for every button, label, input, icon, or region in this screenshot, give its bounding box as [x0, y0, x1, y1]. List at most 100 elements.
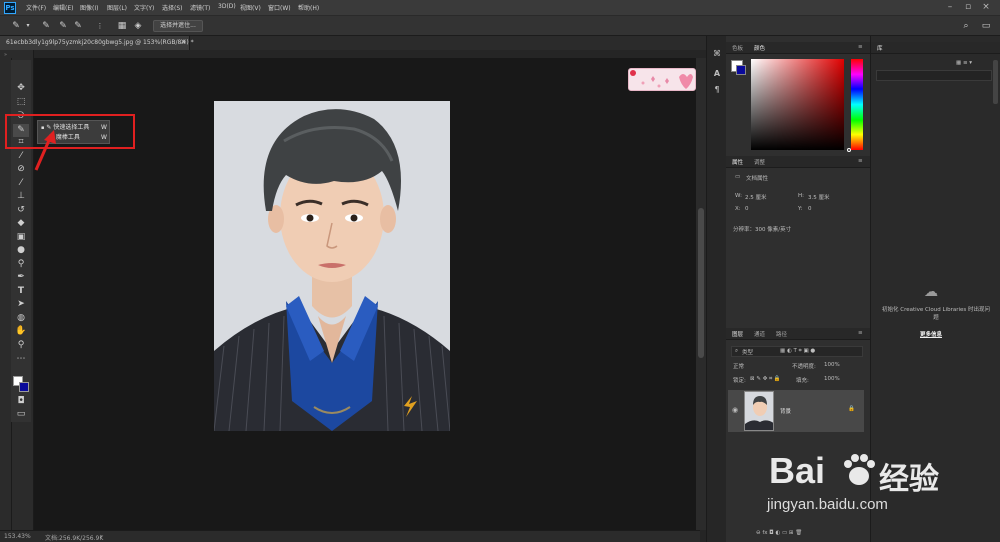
- more-tools-icon[interactable]: ⋯: [13, 353, 29, 366]
- menu-view[interactable]: 视图(V): [240, 3, 261, 12]
- history-brush-tool-icon[interactable]: ↺: [13, 204, 29, 217]
- properties-panel-tabs: 属性 调整 ≡: [726, 156, 870, 168]
- document-properties-icon: ▭: [735, 174, 741, 180]
- watermark-url: jingyan.baidu.com: [767, 496, 888, 513]
- tab-channels[interactable]: 通道: [754, 330, 765, 338]
- tab-color[interactable]: 颜色: [754, 44, 765, 52]
- paw-logo-icon: [844, 454, 875, 485]
- screen-mode-icon[interactable]: ▭: [13, 408, 29, 421]
- lock-icons[interactable]: ⊠ ✎ ✥ ⌗ 🔒: [750, 376, 781, 383]
- color-picker-field[interactable]: [751, 59, 844, 150]
- visibility-eye-icon[interactable]: ◉: [732, 406, 738, 414]
- workspace-icon[interactable]: ▭: [980, 20, 992, 32]
- libraries-search-input[interactable]: [876, 70, 992, 81]
- libraries-scrollbar[interactable]: [993, 60, 998, 104]
- shape-tool-icon[interactable]: ◍: [13, 312, 29, 325]
- subtract-selection-brush-icon[interactable]: ✎: [72, 20, 84, 32]
- move-tool-icon[interactable]: ✥: [13, 82, 29, 95]
- tab-libraries[interactable]: 库: [877, 44, 883, 52]
- new-selection-brush-icon[interactable]: ✎: [40, 20, 52, 32]
- chevron-down-icon[interactable]: ▾: [22, 20, 34, 32]
- fill-value[interactable]: 100%: [824, 376, 840, 382]
- minimize-icon[interactable]: –: [944, 2, 956, 14]
- eyedropper-tool-icon[interactable]: ⁄: [13, 150, 29, 163]
- character-panel-icon[interactable]: A: [711, 68, 723, 80]
- menu-window[interactable]: 窗口(W): [268, 3, 291, 12]
- type-tool-icon[interactable]: T: [13, 285, 29, 298]
- tab-swatches[interactable]: 色板: [732, 44, 743, 52]
- libraries-view-icons[interactable]: ▦ ≡ ▾: [956, 60, 972, 66]
- close-icon[interactable]: ×: [180, 37, 187, 46]
- menu-3d[interactable]: 3D(D): [218, 3, 236, 10]
- width-label: W:: [735, 193, 742, 199]
- layer-name[interactable]: 背景: [780, 407, 791, 415]
- lock-label: 锁定:: [733, 378, 746, 384]
- clone-stamp-tool-icon[interactable]: ⊥: [13, 190, 29, 203]
- menu-type[interactable]: 文字(Y): [134, 3, 154, 12]
- width-value[interactable]: 2.5 厘米: [745, 193, 767, 201]
- filter-icons[interactable]: ▦ ◐ T ⌗ ▣ ●: [780, 348, 815, 355]
- select-and-mask-button[interactable]: 选择并遮住...: [153, 20, 203, 32]
- add-to-selection-brush-icon[interactable]: ✎: [57, 20, 69, 32]
- tab-adjustments[interactable]: 调整: [754, 158, 765, 166]
- menu-help[interactable]: 帮助(H): [298, 3, 319, 12]
- background-color-swatch[interactable]: [19, 382, 29, 392]
- toolbar-collapse-icon[interactable]: »: [4, 52, 30, 58]
- maximize-icon[interactable]: ▫: [962, 2, 974, 14]
- search-icon: ⌕: [735, 348, 739, 354]
- healing-brush-tool-icon[interactable]: ⊘: [13, 163, 29, 176]
- brush-size-icon[interactable]: ⋮: [94, 20, 106, 32]
- libraries-error-message: 初始化 Creative Cloud Libraries 时出现问题: [881, 307, 991, 321]
- paragraph-panel-icon[interactable]: ¶: [711, 84, 723, 96]
- marquee-tool-icon[interactable]: ⬚: [13, 96, 29, 109]
- x-value[interactable]: 0: [745, 206, 749, 212]
- layer-thumbnail: [744, 391, 774, 431]
- gradient-tool-icon[interactable]: ▣: [13, 231, 29, 244]
- menu-file[interactable]: 文件(F): [26, 3, 46, 12]
- tool-preset-brush-icon[interactable]: ✎: [10, 20, 22, 32]
- enhance-edge-icon[interactable]: ◈: [132, 20, 144, 32]
- history-panel-icon[interactable]: ⌘: [711, 48, 723, 60]
- panel-menu-icon[interactable]: ≡: [858, 158, 863, 164]
- layers-panel-tabs: 图层 通道 路径 ≡: [726, 328, 870, 340]
- menu-filter[interactable]: 滤镜(T): [190, 3, 210, 12]
- panel-background-swatch[interactable]: [736, 65, 746, 75]
- zoom-tool-icon[interactable]: ⚲: [13, 339, 29, 352]
- dodge-tool-icon[interactable]: ⚲: [13, 258, 29, 271]
- y-value[interactable]: 0: [808, 206, 812, 212]
- cloud-error-icon: ☁: [924, 284, 938, 300]
- doc-info-readout[interactable]: 文档:256.9K/256.9K: [45, 533, 103, 542]
- zoom-readout[interactable]: 153.43%: [4, 533, 31, 540]
- portrait-illustration: [214, 101, 450, 431]
- menu-image[interactable]: 图像(I): [80, 3, 98, 12]
- more-info-link[interactable]: 更多信息: [920, 330, 942, 338]
- pen-tool-icon[interactable]: ✒: [13, 271, 29, 284]
- scrollbar-thumb[interactable]: [698, 208, 704, 358]
- blur-tool-icon[interactable]: ●: [13, 244, 29, 257]
- quick-mask-icon[interactable]: ◘: [13, 395, 29, 408]
- path-selection-tool-icon[interactable]: ➤: [13, 298, 29, 311]
- hue-slider[interactable]: [851, 59, 863, 150]
- opacity-value[interactable]: 100%: [824, 362, 840, 368]
- tab-properties[interactable]: 属性: [732, 158, 743, 166]
- brush-tool-icon[interactable]: ⁄: [13, 177, 29, 190]
- menu-select[interactable]: 选择(S): [162, 3, 183, 12]
- layer-lock-icon: 🔒: [848, 406, 855, 412]
- tab-paths[interactable]: 路径: [776, 330, 787, 338]
- panel-menu-icon[interactable]: ≡: [858, 330, 863, 336]
- menu-layer[interactable]: 图层(L): [107, 3, 127, 12]
- hand-tool-icon[interactable]: ✋: [13, 325, 29, 338]
- panel-menu-icon[interactable]: ≡: [858, 44, 863, 50]
- eraser-tool-icon[interactable]: ◆: [13, 217, 29, 230]
- photoshop-logo: Ps: [4, 2, 16, 14]
- sample-all-layers-icon[interactable]: ▦: [116, 20, 128, 32]
- height-value[interactable]: 3.5 厘米: [808, 193, 830, 201]
- search-icon[interactable]: ⌕: [960, 20, 972, 32]
- menu-edit[interactable]: 编辑(E): [53, 3, 73, 12]
- tab-layers[interactable]: 图层: [732, 330, 743, 338]
- document-tab[interactable]: 61ecbb3dly1g9lp75yzmkj20c80gbwg5.jpg @ 1…: [0, 36, 194, 50]
- blend-mode-select[interactable]: 正常: [733, 362, 744, 370]
- close-window-icon[interactable]: ×: [980, 2, 992, 14]
- layers-filter-field[interactable]: ⌕ 类型 ▦ ◐ T ⌗ ▣ ●: [731, 346, 863, 357]
- status-menu-icon[interactable]: ›: [100, 533, 102, 540]
